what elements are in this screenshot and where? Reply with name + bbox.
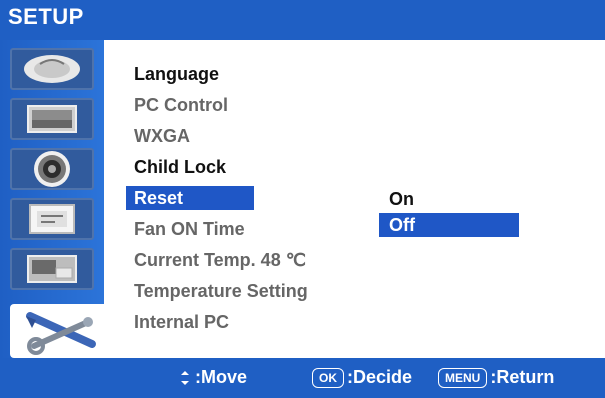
reset-option-on[interactable]: On	[379, 187, 424, 211]
setup-category-selected[interactable]	[10, 304, 104, 358]
footer-hints: :Move OK:Decide MENU:Return	[0, 358, 605, 398]
menu-key: MENU	[438, 368, 488, 389]
ok-key: OK	[312, 368, 344, 389]
osd-setup-menu: SETUP Language PC Control WXGA Child Loc…	[0, 0, 605, 398]
screen-icon[interactable]	[10, 98, 94, 140]
picture-icon[interactable]	[10, 48, 94, 90]
menu-item-internal-pc[interactable]: Internal PC	[126, 310, 237, 334]
setup-panel: Language PC Control WXGA Child Lock Rese…	[104, 40, 605, 358]
menu-item-fan-on-time[interactable]: Fan ON Time	[126, 217, 253, 241]
menu-item-temperature-setting[interactable]: Temperature Setting	[126, 279, 316, 303]
speaker-icon[interactable]	[10, 148, 94, 190]
pip-icon[interactable]	[10, 248, 94, 290]
decide-hint: OK:Decide	[312, 367, 413, 389]
menu-item-language[interactable]: Language	[126, 62, 227, 86]
move-hint: :Move	[175, 367, 247, 388]
menu-item-child-lock[interactable]: Child Lock	[126, 155, 234, 179]
header-bar: SETUP	[0, 0, 605, 40]
setup-tools-icon	[26, 312, 96, 355]
menu-item-current-temp: Current Temp. 48 ℃	[134, 250, 306, 270]
move-label: :Move	[195, 367, 248, 387]
reset-option-off[interactable]: Off	[379, 213, 519, 237]
menu-title: SETUP	[8, 4, 84, 29]
decide-label: :Decide	[347, 367, 413, 387]
move-arrows-icon	[181, 371, 189, 386]
clock-icon[interactable]	[10, 198, 94, 240]
menu-item-reset[interactable]: Reset	[126, 186, 254, 210]
return-hint: MENU:Return	[438, 367, 555, 389]
menu-item-wxga[interactable]: WXGA	[126, 124, 198, 148]
menu-item-pc-control[interactable]: PC Control	[126, 93, 236, 117]
return-label: :Return	[490, 367, 555, 387]
